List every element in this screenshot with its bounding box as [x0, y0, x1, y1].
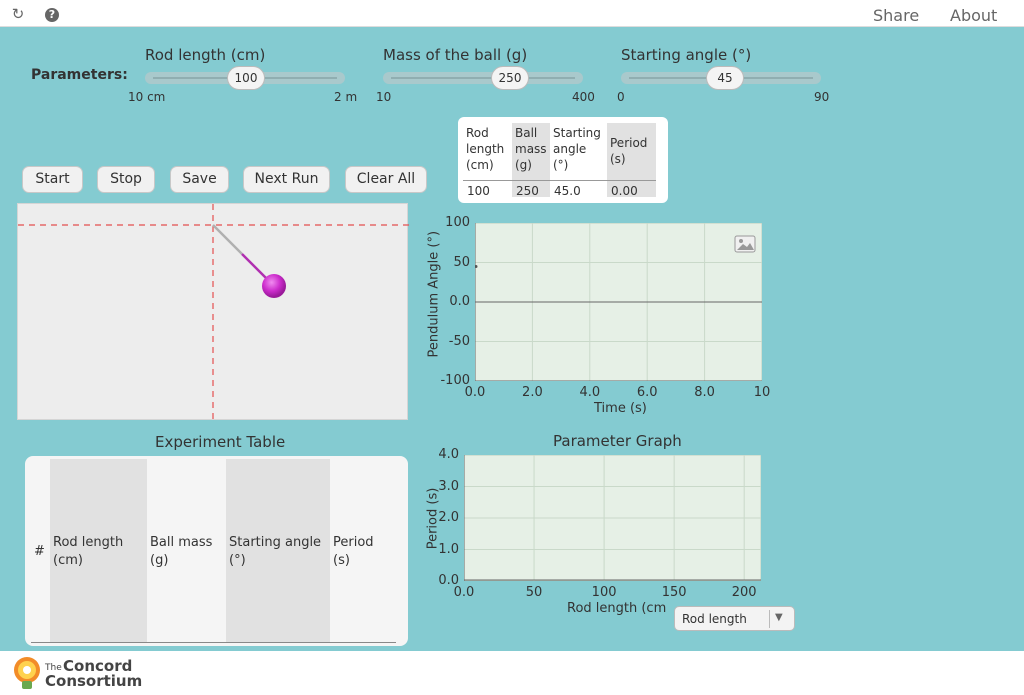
- angle-graph-plot: [475, 223, 762, 381]
- table-header: Period (s): [333, 535, 374, 568]
- angle-graph-xtick: 8.0: [694, 385, 715, 400]
- save-button[interactable]: Save: [170, 166, 229, 193]
- experiment-col-mass: Ball mass (g): [147, 459, 226, 642]
- angle-graph-xtick: 6.0: [636, 385, 658, 400]
- current-run-col-rod-length: Rod length (cm) 100: [463, 123, 512, 198]
- angle-graph-xlabel: Time (s): [594, 401, 647, 416]
- experiment-col-number: #: [31, 459, 50, 642]
- table-header: Rod length (cm): [466, 126, 505, 172]
- angle-title: Starting angle (°): [621, 46, 752, 64]
- table-header: #: [34, 544, 45, 559]
- parameter-graph-plot: [464, 455, 761, 581]
- rod-length-title: Rod length (cm): [145, 46, 266, 64]
- parameter-graph-xtick: 150: [661, 585, 687, 600]
- rod-length-max: 2 m: [334, 90, 358, 104]
- mass-slider[interactable]: [383, 72, 583, 84]
- parameter-graph-ytick: 4.0: [438, 447, 459, 462]
- mass-title: Mass of the ball (g): [383, 46, 528, 64]
- angle-graph-xtick: 4.0: [579, 385, 601, 400]
- rod-length-min: 10 cm: [128, 90, 166, 104]
- experiment-col-rod-length: Rod length (cm): [50, 459, 147, 642]
- parameter-graph-xtick: 100: [591, 585, 617, 600]
- concord-logo-icon: [14, 657, 40, 689]
- table-header: Rod length (cm): [53, 535, 124, 568]
- angle-graph-xtick: 10: [753, 385, 771, 400]
- chevron-down-icon: ▼: [775, 612, 783, 623]
- table-header: Starting angle (°): [229, 535, 322, 568]
- help-icon[interactable]: ?: [45, 8, 59, 22]
- table-cell: 45.0: [550, 180, 607, 201]
- table-header: Period (s): [610, 136, 648, 166]
- parameter-graph-xtick: 200: [731, 585, 757, 600]
- table-cell: 0.00: [607, 180, 656, 201]
- experiment-table: # Rod length (cm) Ball mass (g) Starting…: [25, 456, 408, 646]
- parameter-graph-xlabel: Rod length (cm: [567, 601, 667, 616]
- footer: The Concord Consortium: [0, 651, 1024, 695]
- angle-handle[interactable]: 45: [706, 66, 744, 90]
- about-link[interactable]: About: [950, 6, 997, 25]
- table-cell: 250: [512, 180, 550, 201]
- reload-icon[interactable]: ↻: [10, 6, 26, 22]
- parameters-label: Parameters:: [31, 67, 128, 83]
- current-run-col-mass: Ball mass (g) 250: [512, 123, 550, 198]
- table-divider: [31, 642, 396, 643]
- x-axis-select-value: Rod length: [682, 612, 747, 626]
- angle-graph-ylabel: Pendulum Angle (°): [426, 230, 442, 358]
- angle-graph-ytick: 100: [445, 215, 470, 230]
- rod-length-handle[interactable]: 100: [227, 66, 265, 90]
- parameter-graph-xtick: 50: [525, 585, 543, 600]
- table-header: Starting angle (°): [553, 126, 601, 172]
- experiment-table-title: Experiment Table: [155, 433, 286, 451]
- mass-min: 10: [376, 90, 392, 104]
- angle-graph-xtick: 2.0: [522, 385, 543, 400]
- next-run-button[interactable]: Next Run: [243, 166, 330, 193]
- pendulum-ball[interactable]: [262, 274, 286, 298]
- table-header: Ball mass (g): [515, 126, 547, 172]
- parameter-graph-title: Parameter Graph: [553, 432, 682, 450]
- stop-button[interactable]: Stop: [97, 166, 155, 193]
- parameter-graph-ylabel: Period (s): [425, 487, 441, 550]
- mass-max: 400: [572, 90, 595, 104]
- current-run-col-angle: Starting angle (°) 45.0: [550, 123, 607, 198]
- mass-handle[interactable]: 250: [491, 66, 529, 90]
- image-snapshot-icon[interactable]: [734, 235, 756, 253]
- top-bar: ↻ ? Share About: [0, 0, 1024, 27]
- table-cell: 100: [463, 180, 512, 201]
- x-axis-select[interactable]: Rod length ▼: [674, 606, 795, 631]
- share-link[interactable]: Share: [873, 6, 919, 25]
- start-button[interactable]: Start: [22, 166, 83, 193]
- current-run-col-period: Period (s) 0.00: [607, 123, 656, 198]
- logo-text-2: Consortium: [45, 672, 143, 690]
- parameter-graph-xtick: 0.0: [453, 585, 475, 600]
- table-header: Ball mass (g): [150, 535, 213, 568]
- clear-all-button[interactable]: Clear All: [345, 166, 427, 193]
- angle-max: 90: [814, 90, 830, 104]
- pendulum-view: [17, 203, 409, 421]
- angle-min: 0: [617, 90, 625, 104]
- experiment-col-period: Period (s): [330, 459, 396, 642]
- experiment-col-angle: Starting angle (°): [226, 459, 330, 642]
- angle-graph-xtick: 0.0: [464, 385, 486, 400]
- pendulum-rod: [212, 224, 243, 255]
- current-run-table: Rod length (cm) 100 Ball mass (g) 250 St…: [458, 117, 668, 203]
- pendulum-canvas: [18, 204, 409, 421]
